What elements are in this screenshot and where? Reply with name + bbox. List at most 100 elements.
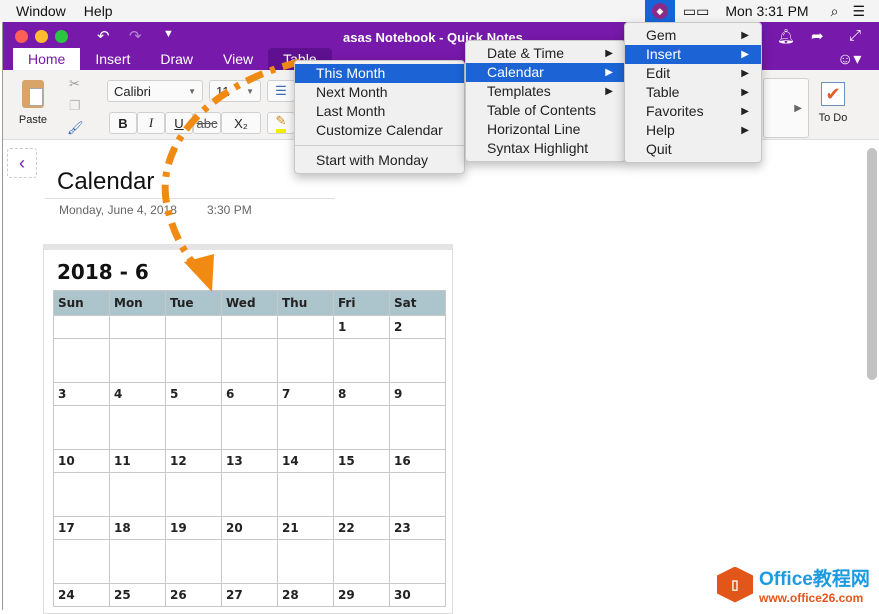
- notes-cell[interactable]: [277, 472, 334, 517]
- font-name-select[interactable]: Calibri ▼: [107, 80, 203, 102]
- bullets-button[interactable]: ☰: [267, 80, 295, 102]
- date-cell[interactable]: 3: [53, 382, 110, 406]
- notes-cell[interactable]: [389, 472, 446, 517]
- date-cell[interactable]: 13: [221, 449, 278, 473]
- notes-cell[interactable]: [109, 539, 166, 584]
- highlight-button[interactable]: ✎: [267, 112, 295, 134]
- menu-item-last-month[interactable]: Last Month: [295, 102, 464, 121]
- date-cell[interactable]: 21: [277, 516, 334, 540]
- todo-button[interactable]: ✔ To Do: [813, 82, 853, 124]
- styles-gallery[interactable]: ▶: [763, 78, 809, 138]
- date-cell[interactable]: 25: [109, 583, 166, 607]
- date-cell[interactable]: 11: [109, 449, 166, 473]
- display-icon[interactable]: ▭▭: [683, 3, 709, 20]
- strikethrough-button[interactable]: abc: [193, 112, 221, 134]
- date-cell[interactable]: 7: [277, 382, 334, 406]
- date-cell[interactable]: 16: [389, 449, 446, 473]
- date-cell[interactable]: 5: [165, 382, 222, 406]
- date-cell[interactable]: 26: [165, 583, 222, 607]
- date-cell[interactable]: [277, 315, 334, 339]
- undo-icon[interactable]: ↶: [97, 27, 110, 45]
- menu-item-insert[interactable]: Insert ▶: [625, 45, 761, 64]
- tab-insert[interactable]: Insert: [80, 48, 145, 70]
- menu-item-this-month[interactable]: This Month: [295, 64, 464, 83]
- menu-item-templates[interactable]: Templates ▶: [466, 82, 625, 101]
- menu-item-table-of-contents[interactable]: Table of Contents: [466, 101, 625, 120]
- format-painter-icon[interactable]: 🖌︎: [67, 120, 84, 136]
- bold-button[interactable]: B: [109, 112, 137, 134]
- italic-button[interactable]: I: [137, 112, 165, 134]
- notes-cell[interactable]: [277, 338, 334, 383]
- date-cell[interactable]: 17: [53, 516, 110, 540]
- paste-button[interactable]: Paste: [15, 80, 51, 126]
- back-button[interactable]: ‹: [7, 148, 37, 178]
- menu-item-help[interactable]: Help ▶: [625, 121, 761, 140]
- underline-button[interactable]: U: [165, 112, 193, 134]
- date-cell[interactable]: 23: [389, 516, 446, 540]
- minimize-button[interactable]: [35, 30, 48, 43]
- font-size-select[interactable]: 11 ▼: [209, 80, 261, 102]
- date-cell[interactable]: 9: [389, 382, 446, 406]
- gem-menu-button[interactable]: ◆: [644, 0, 675, 22]
- copy-icon[interactable]: ❐: [69, 98, 81, 114]
- notification-icon[interactable]: 🔔︎: [777, 28, 795, 45]
- close-button[interactable]: [15, 30, 28, 43]
- notes-cell[interactable]: [333, 338, 390, 383]
- zoom-button[interactable]: [55, 30, 68, 43]
- menu-item-table[interactable]: Table ▶: [625, 83, 761, 102]
- tab-home[interactable]: Home: [13, 48, 81, 70]
- date-cell[interactable]: 2: [389, 315, 446, 339]
- notes-cell[interactable]: [333, 539, 390, 584]
- clock[interactable]: Mon 3:31 PM: [725, 3, 808, 19]
- menu-item-syntax-highlight[interactable]: Syntax Highlight: [466, 139, 625, 158]
- menu-item-customize-calendar[interactable]: Customize Calendar: [295, 121, 464, 140]
- date-cell[interactable]: [109, 315, 166, 339]
- date-cell[interactable]: 22: [333, 516, 390, 540]
- notes-cell[interactable]: [389, 405, 446, 450]
- date-cell[interactable]: 4: [109, 382, 166, 406]
- menu-item-calendar[interactable]: Calendar ▶: [466, 63, 625, 82]
- date-cell[interactable]: 30: [389, 583, 446, 607]
- date-cell[interactable]: 14: [277, 449, 334, 473]
- date-cell[interactable]: 10: [53, 449, 110, 473]
- date-cell[interactable]: 15: [333, 449, 390, 473]
- menu-help[interactable]: Help: [75, 3, 122, 19]
- date-cell[interactable]: 20: [221, 516, 278, 540]
- date-cell[interactable]: [165, 315, 222, 339]
- date-cell[interactable]: 18: [109, 516, 166, 540]
- notes-cell[interactable]: [165, 472, 222, 517]
- notes-cell[interactable]: [221, 405, 278, 450]
- notes-cell[interactable]: [389, 338, 446, 383]
- date-cell[interactable]: 28: [277, 583, 334, 607]
- search-icon[interactable]: ⌕: [831, 3, 839, 20]
- vertical-scrollbar[interactable]: [867, 148, 877, 380]
- customize-toolbar-icon[interactable]: ▼: [163, 28, 174, 40]
- date-cell[interactable]: 12: [165, 449, 222, 473]
- subscript-button[interactable]: X₂: [221, 112, 261, 134]
- notes-cell[interactable]: [53, 539, 110, 584]
- menu-item-next-month[interactable]: Next Month: [295, 83, 464, 102]
- notes-cell[interactable]: [277, 539, 334, 584]
- notes-cell[interactable]: [333, 472, 390, 517]
- notes-cell[interactable]: [165, 405, 222, 450]
- notes-cell[interactable]: [53, 472, 110, 517]
- menu-item-edit[interactable]: Edit ▶: [625, 64, 761, 83]
- date-cell[interactable]: [221, 315, 278, 339]
- date-cell[interactable]: 6: [221, 382, 278, 406]
- menu-item-quit[interactable]: Quit: [625, 140, 761, 159]
- notes-cell[interactable]: [165, 338, 222, 383]
- date-cell[interactable]: 27: [221, 583, 278, 607]
- menu-item-gem[interactable]: Gem ▶: [625, 26, 761, 45]
- date-cell[interactable]: 19: [165, 516, 222, 540]
- fullscreen-icon[interactable]: ⤢: [849, 27, 861, 44]
- menu-item-favorites[interactable]: Favorites ▶: [625, 102, 761, 121]
- notes-cell[interactable]: [221, 472, 278, 517]
- notes-cell[interactable]: [333, 405, 390, 450]
- notes-cell[interactable]: [389, 539, 446, 584]
- notes-cell[interactable]: [221, 539, 278, 584]
- notes-cell[interactable]: [109, 405, 166, 450]
- notes-cell[interactable]: [165, 539, 222, 584]
- cut-icon[interactable]: ✂: [69, 76, 80, 92]
- notes-cell[interactable]: [277, 405, 334, 450]
- tab-view[interactable]: View: [208, 48, 268, 70]
